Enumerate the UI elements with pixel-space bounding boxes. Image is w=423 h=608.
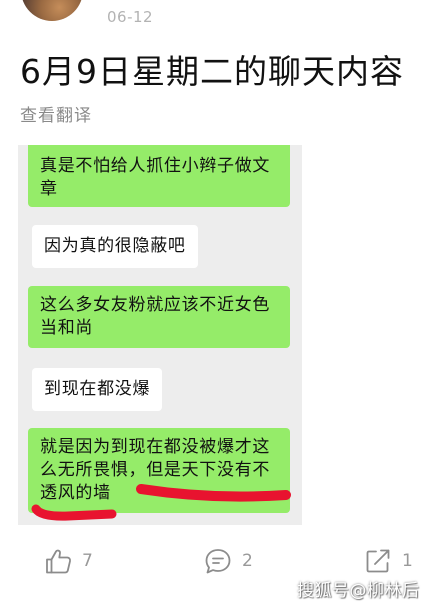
comment-lines — [212, 557, 224, 564]
chat-bubble-line: 真是不怕给人抓住小辫子做文 — [40, 156, 271, 176]
watermark: 搜狐号@柳林后 — [297, 581, 420, 601]
avatar[interactable] — [21, 0, 83, 21]
comment-count: 2 — [242, 551, 253, 571]
post-page: { "post": { "date": "06-12", "title": "6… — [0, 0, 423, 608]
share-button[interactable]: 1 — [364, 546, 413, 576]
chat-bubble-received: 到现在都没爆 — [32, 368, 163, 411]
chat-bubble-line: 当和尚 — [40, 318, 94, 338]
view-translation-link[interactable]: 查看翻译 — [20, 104, 92, 128]
comment-bubble-outline — [205, 549, 231, 574]
chat-screenshot-image[interactable]: 真是不怕给人抓住小辫子做文 章 因为真的很隐蔽吧 这么多女友粉就应该不近女色 当… — [18, 145, 302, 525]
post-date: 06-12 — [107, 8, 154, 26]
chat-bubble-line: 就是因为到现在都没被爆才这 — [40, 437, 271, 457]
comment-button[interactable]: 2 — [204, 546, 253, 576]
comment-icon — [205, 549, 231, 574]
thumbs-up-hand — [50, 549, 72, 574]
chat-bubble-sent: 就是因为到现在都没被爆才这 么无所畏惧，但是天下没有不 透风的墙 — [28, 428, 290, 513]
chat-bubble-line: 透风的墙 — [40, 483, 111, 503]
chat-bubble-line: 么无所畏惧，但是天下没有不 — [40, 460, 271, 480]
share-icon — [366, 549, 390, 573]
thumbs-up-icon — [46, 549, 72, 574]
like-button[interactable]: 7 — [44, 546, 93, 576]
share-arrow — [374, 549, 390, 565]
share-count: 1 — [402, 551, 413, 571]
like-count: 7 — [82, 551, 93, 571]
post-title: 6月9日星期二的聊天内容 — [20, 52, 404, 91]
chat-bubble-line: 因为真的很隐蔽吧 — [44, 236, 186, 256]
chat-bubble-received: 因为真的很隐蔽吧 — [32, 225, 198, 268]
chat-bubble-sent: 这么多女友粉就应该不近女色 当和尚 — [28, 286, 290, 348]
thumbs-up-cuff — [46, 558, 53, 574]
chat-bubble-line: 章 — [40, 179, 58, 199]
chat-bubble-line: 到现在都没爆 — [44, 379, 151, 399]
chat-bubble-sent: 真是不怕给人抓住小辫子做文 章 — [28, 145, 290, 207]
chat-bubble-line: 这么多女友粉就应该不近女色 — [40, 295, 271, 315]
